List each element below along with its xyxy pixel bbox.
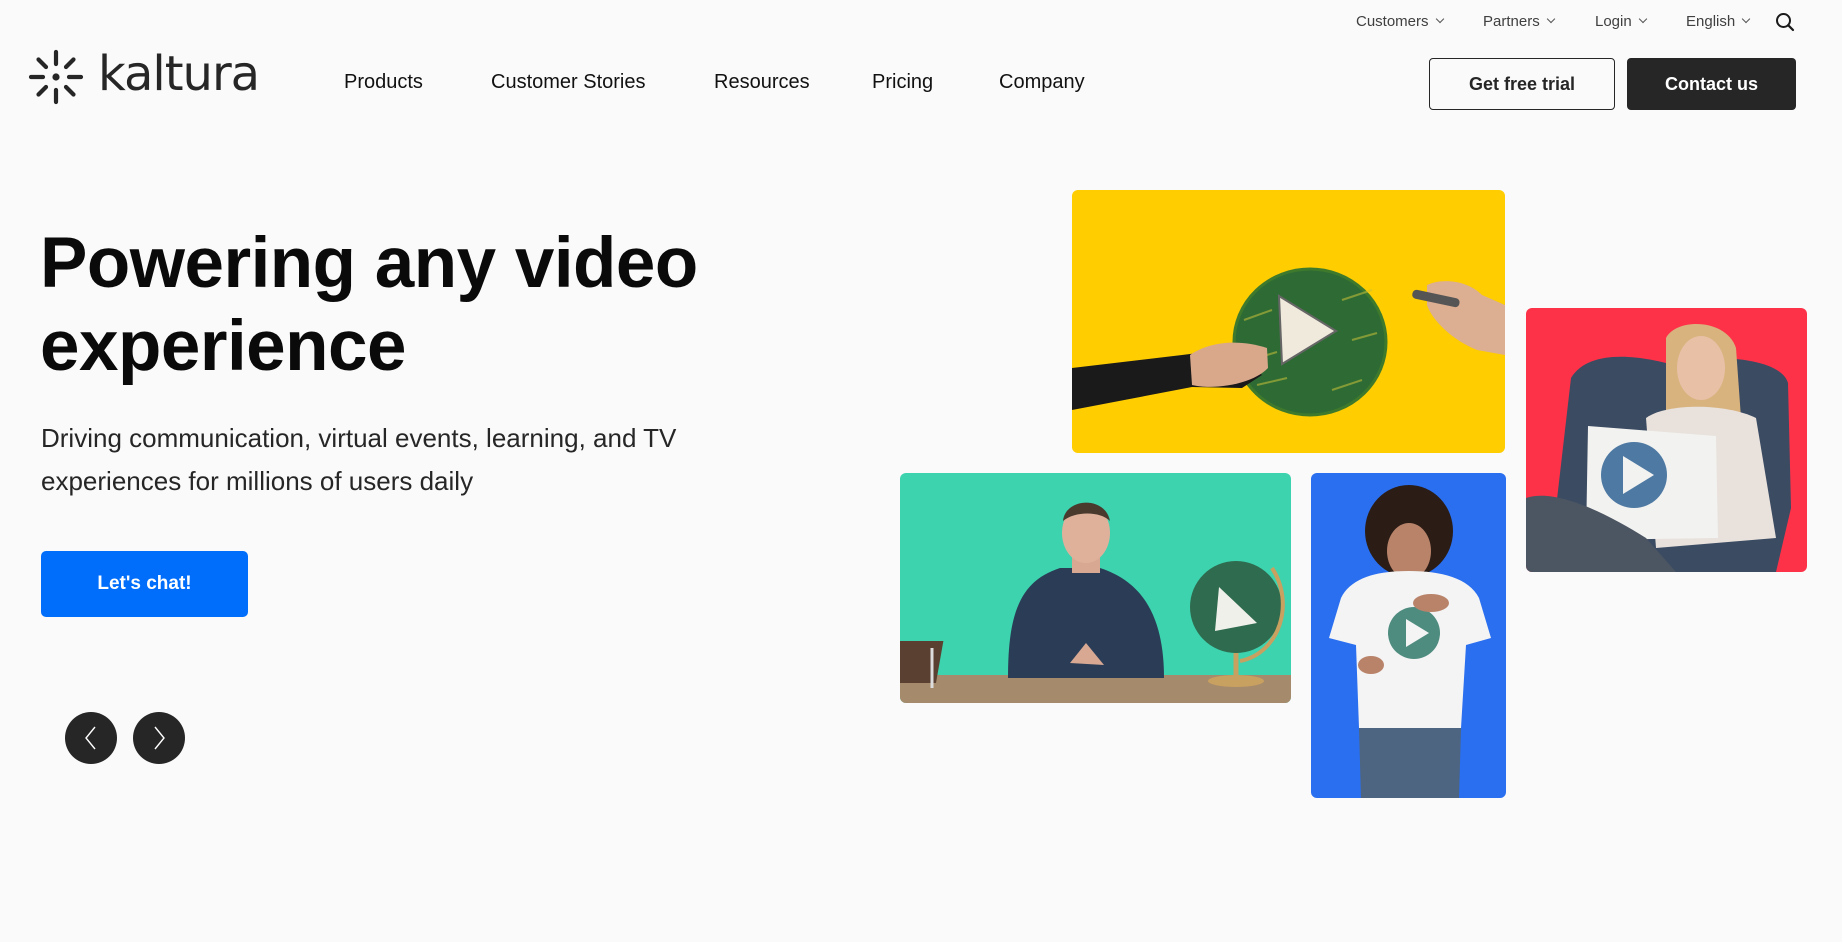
media-card-woman-play-shirt[interactable]: [1311, 473, 1506, 798]
woman-with-play-pillow-illustration: [1526, 324, 1791, 572]
utility-nav-label: Partners: [1483, 12, 1540, 30]
chevron-down-icon: [1638, 14, 1647, 24]
chevron-right-icon: [154, 726, 165, 750]
language-label: English: [1686, 12, 1736, 30]
woman-play-shirt-illustration: [1329, 485, 1491, 798]
carousel-prev-button[interactable]: [65, 712, 117, 764]
search-button[interactable]: [1775, 12, 1795, 32]
media-card-presenter[interactable]: [900, 473, 1291, 703]
utility-nav-customers[interactable]: Customers: [1356, 10, 1444, 32]
nav-pricing[interactable]: Pricing: [872, 70, 933, 94]
lets-chat-button[interactable]: Let's chat!: [41, 551, 248, 617]
utility-nav-partners[interactable]: Partners: [1483, 10, 1555, 32]
utility-nav-label: Login: [1595, 12, 1632, 30]
utility-nav-label: Customers: [1356, 12, 1429, 30]
utility-nav-login[interactable]: Login: [1595, 10, 1647, 32]
nav-products[interactable]: Products: [344, 70, 423, 94]
logo-wordmark: kaltura: [98, 46, 260, 102]
hero-title: Powering any video experience: [40, 224, 698, 386]
nav-resources[interactable]: Resources: [714, 70, 810, 94]
nav-customer-stories[interactable]: Customer Stories: [491, 70, 646, 94]
get-free-trial-button[interactable]: Get free trial: [1429, 58, 1615, 110]
carousel-next-button[interactable]: [133, 712, 185, 764]
nav-company[interactable]: Company: [999, 70, 1085, 94]
contact-us-button[interactable]: Contact us: [1627, 58, 1796, 110]
presenter-with-globe-illustration: [900, 502, 1291, 703]
chevron-down-icon: [1435, 14, 1444, 24]
media-card-hands-drawing[interactable]: [1072, 190, 1505, 453]
search-icon: [1776, 13, 1795, 32]
chevron-down-icon: [1546, 14, 1555, 24]
starburst-logo-icon: [28, 49, 84, 105]
chevron-down-icon: [1741, 14, 1751, 24]
media-card-woman-pillow[interactable]: [1526, 308, 1807, 572]
language-selector[interactable]: English: [1686, 10, 1751, 32]
chevron-left-icon: [85, 726, 96, 750]
hands-drawing-play-illustration: [1072, 267, 1505, 417]
hero-subtitle: Driving communication, virtual events, l…: [41, 423, 677, 496]
kaltura-logo[interactable]: kaltura: [28, 46, 260, 106]
